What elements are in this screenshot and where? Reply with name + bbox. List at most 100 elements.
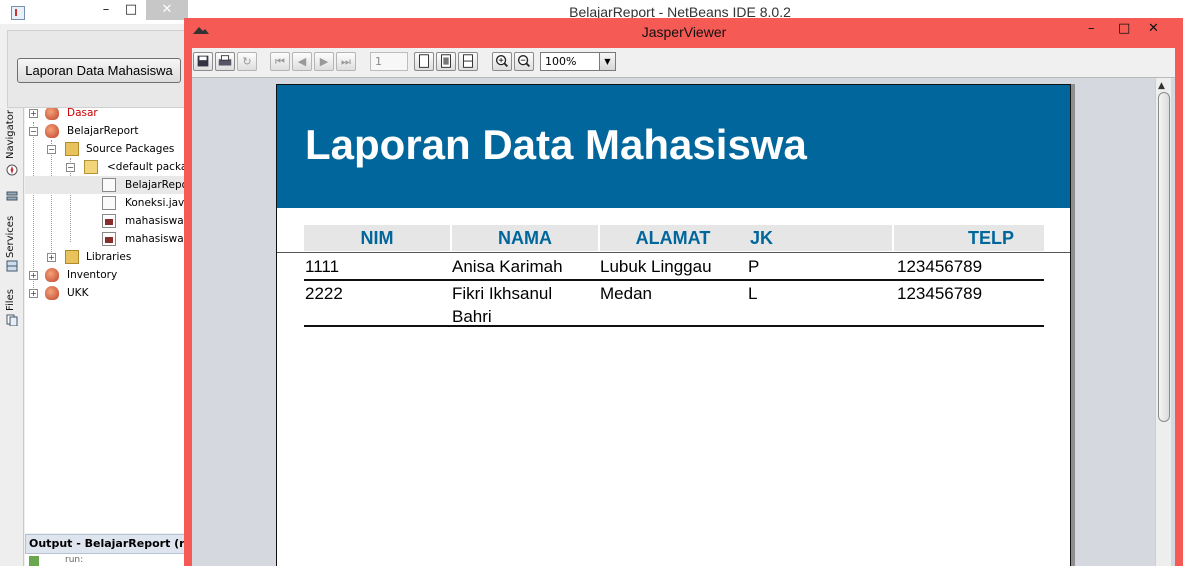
laporan-data-mahasiswa-button[interactable]: Laporan Data Mahasiswa xyxy=(17,58,181,83)
fit-width-icon xyxy=(463,54,473,68)
tree-item-label: UKK xyxy=(67,287,89,299)
print-button[interactable] xyxy=(215,52,235,71)
services-grid-icon xyxy=(6,260,18,272)
previous-page-icon: ◀ xyxy=(297,55,307,68)
jasper-close-button[interactable]: ✕ xyxy=(1148,21,1159,37)
jframe-panel: Laporan Data Mahasiswa xyxy=(7,30,187,108)
scroll-up-icon[interactable]: ▲ xyxy=(1158,81,1165,91)
last-page-button[interactable]: ⏭ xyxy=(336,52,356,71)
fit-page-button[interactable] xyxy=(436,52,456,71)
jasper-toolbar: ↻ ⏮ ◀ ▶ ⏭ 1 100% ▼ xyxy=(192,48,1175,75)
report-title-band: Laporan Data Mahasiswa xyxy=(277,85,1070,208)
column-header-nim: NIM xyxy=(304,225,450,251)
rerun-icon[interactable] xyxy=(29,556,39,566)
tree-item-ukk[interactable]: + UKK xyxy=(25,284,185,302)
tree-item-mahasiswa-jasper[interactable]: mahasiswa.jasper xyxy=(25,212,185,230)
tree-item-source-packages[interactable]: − Source Packages xyxy=(25,140,185,158)
tree-item-label: mahasiswa.jasper xyxy=(125,215,185,227)
cell-telp: 123456789 xyxy=(897,257,983,276)
tab-files-label: Files xyxy=(5,289,16,311)
scrollbar-thumb[interactable] xyxy=(1158,92,1170,422)
next-page-button[interactable]: ▶ xyxy=(314,52,334,71)
zoom-in-button[interactable] xyxy=(492,52,512,71)
java-file-icon xyxy=(102,178,116,192)
actual-size-button[interactable] xyxy=(414,52,434,71)
tree-item-label: BelajarReport.java xyxy=(125,179,185,191)
collapse-toggle[interactable]: − xyxy=(29,127,38,136)
page-number-input[interactable]: 1 xyxy=(370,52,408,71)
tree-item-belajarreport-java[interactable]: BelajarReport.java xyxy=(25,176,185,194)
cell-telp: 123456789 xyxy=(897,284,983,303)
project-icon xyxy=(45,286,59,300)
jasper-minimize-button[interactable]: – xyxy=(1088,21,1095,37)
tree-item-inventory[interactable]: + Inventory xyxy=(25,266,185,284)
expand-toggle[interactable]: + xyxy=(47,253,56,262)
netbeans-minimize-button[interactable]: – xyxy=(96,0,116,20)
collapse-toggle[interactable]: − xyxy=(47,145,56,154)
netbeans-app-icon xyxy=(11,6,25,20)
next-page-icon: ▶ xyxy=(319,55,329,68)
reload-button[interactable]: ↻ xyxy=(237,52,257,71)
cell-nama: Anisa Karimah xyxy=(452,257,563,276)
tree-item-label: <default package> xyxy=(107,161,185,173)
jasperviewer-window: JasperViewer – □ ✕ ↻ ⏮ ◀ ▶ ⏭ 1 100% ▼ La… xyxy=(184,18,1183,566)
cell-nim: 2222 xyxy=(305,284,343,303)
collapse-toggle[interactable]: − xyxy=(66,163,75,172)
project-icon xyxy=(45,268,59,282)
services-icon xyxy=(6,191,18,201)
java-file-icon xyxy=(102,196,116,210)
report-page: Laporan Data Mahasiswa NIM NAMA ALAMAT J… xyxy=(276,84,1071,566)
tab-navigator[interactable]: Navigator xyxy=(2,110,22,182)
first-page-icon: ⏮ xyxy=(275,55,285,68)
save-button[interactable] xyxy=(193,52,213,71)
jasperviewer-title: JasperViewer xyxy=(641,24,727,40)
cell-nim: 1111 xyxy=(305,257,340,276)
tree-item-default-package[interactable]: − <default package> xyxy=(25,158,185,176)
reload-icon: ↻ xyxy=(242,55,252,68)
expand-toggle[interactable]: + xyxy=(29,271,38,280)
column-header-telp: TELP xyxy=(894,225,1044,251)
fit-width-button[interactable] xyxy=(458,52,478,71)
zoom-in-icon xyxy=(495,55,509,68)
jasper-maximize-button[interactable]: □ xyxy=(1118,21,1130,37)
first-page-button[interactable]: ⏮ xyxy=(270,52,290,71)
output-line: run: xyxy=(65,555,84,565)
expand-toggle[interactable]: + xyxy=(29,109,38,118)
cell-alamat: Medan xyxy=(600,284,652,303)
tab-services[interactable]: Services xyxy=(2,186,22,272)
projects-tree: + Dasar − BelajarReport − Source Package… xyxy=(25,108,185,533)
tree-item-libraries[interactable]: + Libraries xyxy=(25,248,185,266)
side-tab-bar: Navigator Services Files xyxy=(0,108,24,566)
tree-item-belajarreport[interactable]: − BelajarReport xyxy=(25,122,185,140)
zoom-out-button[interactable] xyxy=(514,52,534,71)
output-window-body: run: xyxy=(25,554,185,566)
expand-toggle[interactable]: + xyxy=(29,289,38,298)
chevron-down-icon[interactable]: ▼ xyxy=(599,53,615,70)
close-icon: ✕ xyxy=(161,2,173,17)
tree-item-mahasiswa-jrxml[interactable]: mahasiswa.jrxml xyxy=(25,230,185,248)
tab-navigator-label: Navigator xyxy=(5,110,16,159)
tree-item-koneksi-java[interactable]: Koneksi.java xyxy=(25,194,185,212)
output-window-tab[interactable]: Output - BelajarReport (run) xyxy=(25,534,185,554)
column-header-jk: JK xyxy=(746,225,892,251)
project-icon xyxy=(45,124,59,138)
tree-item-label: Inventory xyxy=(67,269,118,281)
zoom-select[interactable]: 100% ▼ xyxy=(540,52,616,71)
cell-alamat: Lubuk Linggau xyxy=(600,257,712,276)
actual-size-icon xyxy=(419,54,429,68)
previous-page-button[interactable]: ◀ xyxy=(292,52,312,71)
package-icon xyxy=(84,160,98,174)
files-icon xyxy=(6,314,18,326)
tree-item-dasar[interactable]: + Dasar xyxy=(25,108,185,122)
zoom-value: 100% xyxy=(545,55,577,68)
folder-icon xyxy=(65,142,79,156)
netbeans-maximize-button[interactable]: □ xyxy=(121,0,141,20)
netbeans-close-button[interactable]: ✕ xyxy=(146,0,188,20)
row-divider xyxy=(304,325,1044,327)
cell-nama: Fikri Ikhsanul Bahri xyxy=(452,284,553,326)
vertical-scrollbar[interactable]: ▲ xyxy=(1155,78,1171,566)
report-viewport: Laporan Data Mahasiswa NIM NAMA ALAMAT J… xyxy=(192,77,1175,566)
save-icon xyxy=(197,55,209,67)
row-divider xyxy=(304,279,1044,281)
tab-files[interactable]: Files xyxy=(2,278,22,334)
